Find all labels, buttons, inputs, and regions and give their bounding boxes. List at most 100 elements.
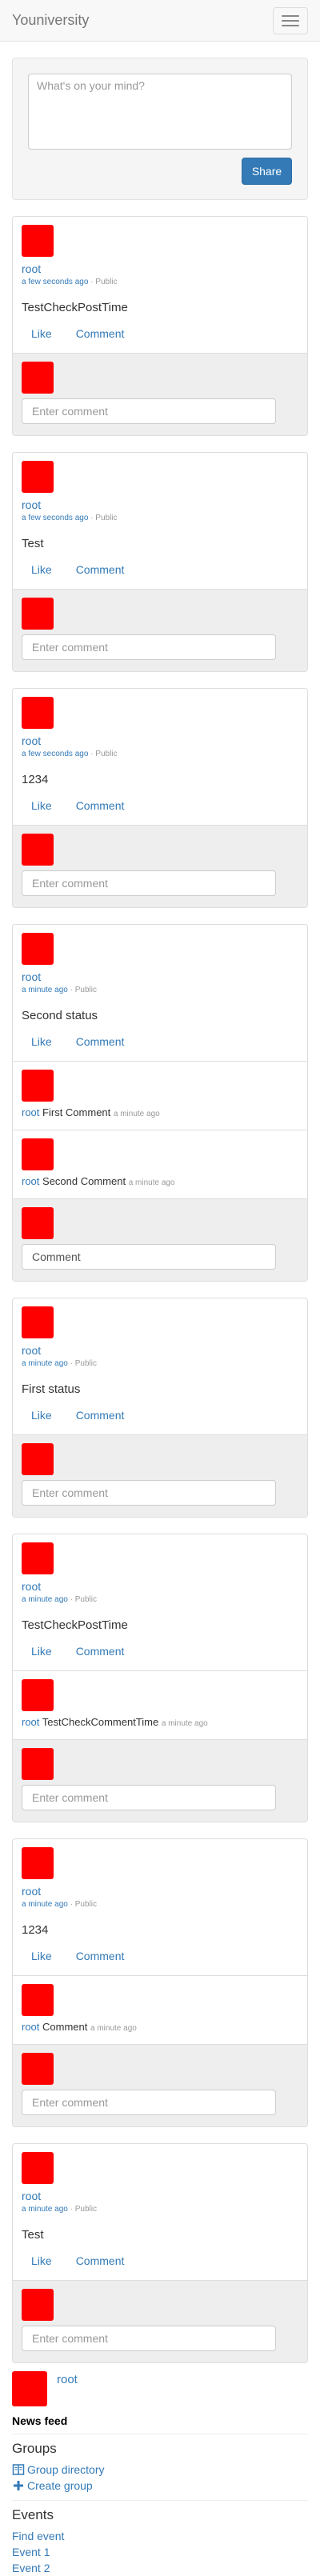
- comment-button[interactable]: Comment: [76, 1643, 125, 1659]
- post-status-text: 1234: [22, 1923, 49, 1937]
- like-button[interactable]: Like: [31, 1948, 52, 1964]
- avatar[interactable]: [22, 1984, 54, 2016]
- avatar: [22, 1748, 54, 1780]
- post-timestamp[interactable]: a minute ago: [22, 1900, 68, 1909]
- comment-button[interactable]: Comment: [76, 326, 125, 342]
- post-author-link[interactable]: root: [22, 2188, 298, 2204]
- plus-icon: [12, 2479, 25, 2492]
- comment-input[interactable]: [22, 398, 276, 424]
- post-timestamp[interactable]: a minute ago: [22, 986, 68, 994]
- avatar[interactable]: [22, 2152, 54, 2184]
- post-author-link[interactable]: root: [22, 497, 298, 513]
- post-author-link[interactable]: root: [22, 1578, 298, 1594]
- post-timestamp[interactable]: a minute ago: [22, 2205, 68, 2214]
- post-status-text: 1234: [22, 773, 49, 786]
- post-actions: Like Comment: [22, 1948, 298, 1975]
- event-link[interactable]: Event 2: [12, 2560, 308, 2576]
- like-button[interactable]: Like: [31, 326, 52, 342]
- post-audience: Public: [95, 278, 118, 286]
- post-status-text: Test: [22, 537, 44, 550]
- avatar: [22, 2289, 54, 2321]
- post-feed: root a few seconds ago · Public TestCheckP…: [0, 216, 320, 2363]
- post-timestamp[interactable]: a few seconds ago: [22, 278, 88, 286]
- post-actions: Like Comment: [22, 1034, 298, 1061]
- avatar[interactable]: [22, 1306, 54, 1338]
- post-author-link[interactable]: root: [22, 969, 298, 985]
- post-author-link[interactable]: root: [22, 733, 298, 749]
- profile-name-link[interactable]: root: [57, 2373, 78, 2386]
- meta-separator: ·: [70, 2205, 73, 2214]
- brand-logo[interactable]: Youniversity: [12, 12, 89, 29]
- comment-text: Comment: [42, 2021, 88, 2033]
- find-event-link[interactable]: Find event: [12, 2528, 308, 2544]
- post-timestamp[interactable]: a few seconds ago: [22, 514, 88, 522]
- post-meta: a few seconds ago · Public: [22, 513, 298, 524]
- comment-item: root TestCheckCommentTime a minute ago: [13, 1670, 307, 1739]
- avatar[interactable]: [22, 933, 54, 965]
- avatar[interactable]: [22, 1847, 54, 1879]
- comment-author-link[interactable]: root: [22, 1716, 39, 1728]
- event-link[interactable]: Event 1: [12, 2544, 308, 2560]
- like-button[interactable]: Like: [31, 798, 52, 814]
- status-input[interactable]: [28, 74, 292, 150]
- post-meta: a few seconds ago · Public: [22, 277, 298, 288]
- comment-button[interactable]: Comment: [76, 1948, 125, 1964]
- post-body: root a minute ago · Public Test Like Comment: [13, 2144, 307, 2280]
- comment-form: [13, 1739, 307, 1822]
- group-directory-link[interactable]: Group directory: [12, 2462, 308, 2478]
- post-actions: Like Comment: [22, 1643, 298, 1670]
- post-author-link[interactable]: root: [22, 1342, 298, 1358]
- group-directory-label: Group directory: [27, 2463, 105, 2476]
- comment-input[interactable]: [22, 870, 276, 896]
- comment-input[interactable]: [22, 1480, 276, 1506]
- share-button[interactable]: Share: [242, 158, 292, 185]
- avatar[interactable]: [22, 1542, 54, 1574]
- post-card: root a few seconds ago · Public Test Like Co…: [12, 452, 308, 672]
- comment-input[interactable]: [22, 1244, 276, 1270]
- comment-input[interactable]: [22, 2326, 276, 2351]
- comment-author-link[interactable]: root: [22, 1106, 39, 1118]
- post-status-text: TestCheckPostTime: [22, 301, 128, 314]
- avatar[interactable]: [22, 1138, 54, 1170]
- avatar[interactable]: [12, 2371, 47, 2406]
- comment-button[interactable]: Comment: [76, 1034, 125, 1050]
- create-group-link[interactable]: Create group: [12, 2478, 308, 2494]
- like-button[interactable]: Like: [31, 1034, 52, 1050]
- like-button[interactable]: Like: [31, 1643, 52, 1659]
- comment-author-link[interactable]: root: [22, 1175, 39, 1187]
- post-timestamp[interactable]: a minute ago: [22, 1359, 68, 1368]
- news-feed-label[interactable]: News feed: [12, 2414, 308, 2427]
- menu-toggle-button[interactable]: [273, 7, 308, 34]
- comment-timestamp: a minute ago: [128, 1178, 175, 1187]
- comment-button[interactable]: Comment: [76, 798, 125, 814]
- like-button[interactable]: Like: [31, 562, 52, 578]
- avatar[interactable]: [22, 461, 54, 493]
- comment-item: root First Comment a minute ago: [13, 1061, 307, 1130]
- events-heading: Events: [12, 2507, 54, 2522]
- avatar[interactable]: [22, 697, 54, 729]
- post-author-link[interactable]: root: [22, 261, 298, 277]
- divider: [12, 2500, 308, 2501]
- comment-author-link[interactable]: root: [22, 2021, 39, 2033]
- comment-text: Second Comment: [42, 1175, 126, 1187]
- comment-button[interactable]: Comment: [76, 2253, 125, 2269]
- post-timestamp[interactable]: a minute ago: [22, 1595, 68, 1604]
- avatar[interactable]: [22, 225, 54, 257]
- avatar[interactable]: [22, 1070, 54, 1102]
- post-author-link[interactable]: root: [22, 1883, 298, 1899]
- comment-input[interactable]: [22, 2090, 276, 2115]
- comment-button[interactable]: Comment: [76, 1407, 125, 1423]
- profile-row: root: [12, 2371, 308, 2410]
- post-actions: Like Comment: [22, 562, 298, 589]
- avatar: [22, 362, 54, 394]
- comment-input[interactable]: [22, 634, 276, 660]
- post-meta: a minute ago · Public: [22, 985, 298, 996]
- like-button[interactable]: Like: [31, 2253, 52, 2269]
- avatar[interactable]: [22, 1679, 54, 1711]
- post-timestamp[interactable]: a few seconds ago: [22, 750, 88, 758]
- like-button[interactable]: Like: [31, 1407, 52, 1423]
- navbar: Youniversity: [0, 0, 320, 42]
- comment-button[interactable]: Comment: [76, 562, 125, 578]
- comment-input[interactable]: [22, 1785, 276, 1810]
- post-body: root a few seconds ago · Public 1234 Like Co…: [13, 689, 307, 825]
